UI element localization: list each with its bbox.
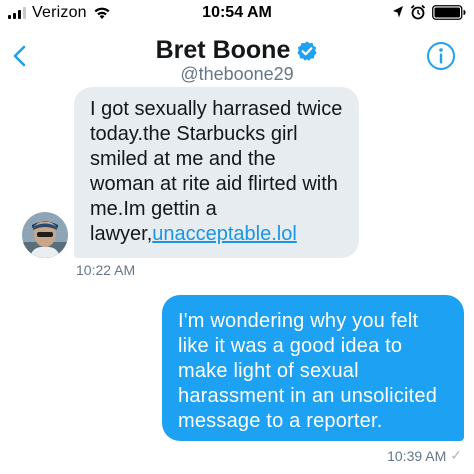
status-right (392, 4, 466, 20)
avatar[interactable] (22, 212, 68, 258)
outgoing-message-bubble[interactable]: I'm wondering why you felt like it was a… (162, 295, 464, 441)
incoming-message-bubble[interactable]: I got sexually harrased twice today.the … (74, 87, 359, 258)
sent-check-icon: ✓ (450, 447, 462, 463)
outgoing-timestamp-row: 10:39 AM ✓ (387, 447, 462, 464)
status-bar: Verizon 10:54 AM (0, 0, 474, 26)
incoming-message-text: I got sexually harrased twice today.the … (90, 97, 343, 247)
incoming-timestamp: 10:22 AM (76, 262, 136, 278)
outgoing-timestamp: 10:39 AM (387, 447, 447, 464)
alarm-icon (410, 4, 426, 20)
contact-name: Bret Boone (155, 36, 291, 64)
location-icon (393, 6, 403, 18)
verified-badge-icon (297, 40, 317, 61)
conversation-title[interactable]: Bret Boone (0, 36, 474, 65)
outgoing-message-text: I'm wondering why you felt like it was a… (178, 310, 438, 432)
message-link[interactable]: unacceptable.lol (152, 223, 297, 245)
avatar-image (22, 212, 68, 258)
info-icon[interactable] (426, 41, 456, 71)
battery-icon (432, 4, 466, 20)
contact-handle: @theboone29 (180, 64, 294, 84)
